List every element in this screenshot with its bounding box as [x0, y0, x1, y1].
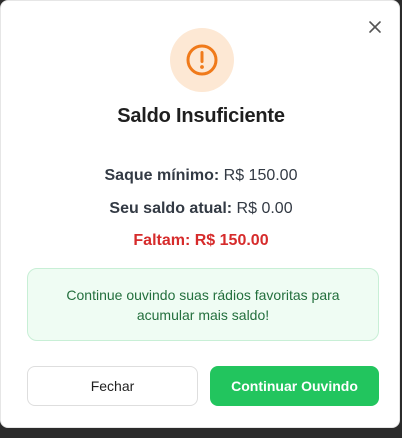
notice-text: Continue ouvindo suas rádios favoritas p…	[66, 286, 340, 323]
current-balance-value: R$ 0.00	[236, 200, 293, 217]
modal-title: Saldo Insuficiente	[117, 105, 285, 127]
close-button[interactable]: Fechar	[27, 366, 198, 406]
close-icon[interactable]	[365, 17, 385, 37]
minimum-withdrawal-row: Saque mínimo: R$ 150.00	[1, 167, 401, 185]
alert-circle-icon	[186, 44, 218, 76]
alert-icon-badge	[170, 28, 234, 92]
current-balance-row: Seu saldo atual: R$ 0.00	[1, 200, 401, 218]
info-notice: Continue ouvindo suas rádios favoritas p…	[27, 268, 379, 341]
insufficient-balance-modal: Saldo Insuficiente Saque mínimo: R$ 150.…	[0, 0, 400, 428]
missing-amount-row: Faltam: R$ 150.00	[1, 232, 401, 250]
missing-amount-label: Faltam:	[133, 232, 191, 249]
background-overlay	[0, 428, 402, 438]
minimum-withdrawal-value: R$ 150.00	[223, 167, 298, 184]
missing-amount-value: R$ 150.00	[194, 232, 269, 249]
current-balance-label: Seu saldo atual:	[109, 200, 233, 217]
continue-listening-button[interactable]: Continuar Ouvindo	[210, 366, 379, 406]
minimum-withdrawal-label: Saque mínimo:	[104, 167, 220, 184]
